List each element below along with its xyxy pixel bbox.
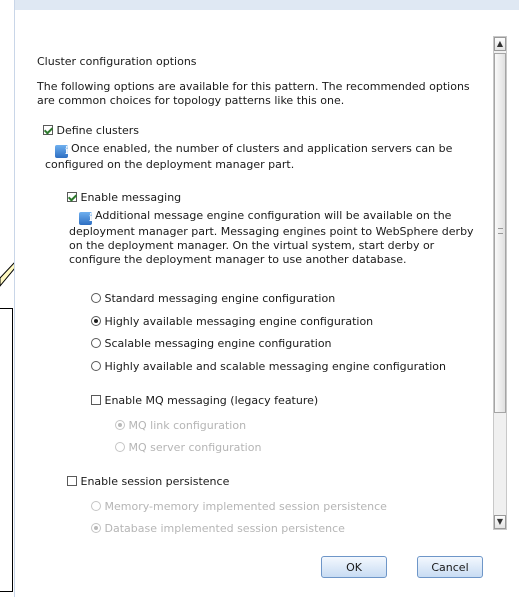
radio-label: Standard messaging engine configuration (104, 292, 336, 305)
radio-button[interactable] (91, 361, 101, 371)
grip-icon (498, 228, 503, 234)
define-clusters-info: i Once enabled, the number of clusters an… (45, 142, 485, 172)
scroll-thumb[interactable] (494, 53, 506, 413)
radio-ha-scalable-messaging[interactable]: Highly available and scalable messaging … (91, 360, 446, 373)
cluster-options-dialog: Cluster configuration options The follow… (14, 0, 519, 597)
radio-button[interactable] (91, 501, 101, 511)
session-persistence-checkbox[interactable] (67, 476, 77, 486)
define-clusters-checkbox[interactable] (43, 125, 53, 135)
vertical-scrollbar[interactable]: ▲ ▼ (493, 36, 507, 530)
radio-label: Database implemented session persistence (104, 522, 345, 535)
radio-memory-persistence[interactable]: Memory-memory implemented session persis… (91, 500, 387, 513)
enable-messaging-label: Enable messaging (80, 191, 182, 204)
radio-highly-available-messaging[interactable]: Highly available messaging engine config… (91, 315, 373, 328)
define-clusters-label: Define clusters (56, 124, 140, 137)
radio-standard-messaging[interactable]: Standard messaging engine configuration (91, 292, 335, 305)
radio-label: Highly available and scalable messaging … (104, 360, 446, 373)
intro-text: The following options are available for … (37, 80, 470, 107)
radio-scalable-messaging[interactable]: Scalable messaging engine configuration (91, 337, 332, 350)
callout-box (0, 308, 13, 592)
radio-button[interactable] (115, 420, 125, 430)
define-clusters-info-text: Once enabled, the number of clusters and… (45, 142, 453, 171)
radio-mq-link[interactable]: MQ link configuration (115, 419, 246, 432)
radio-label: Highly available messaging engine config… (104, 315, 374, 328)
radio-button[interactable] (91, 338, 101, 348)
radio-label: MQ link configuration (128, 419, 247, 432)
radio-button[interactable] (91, 293, 101, 303)
enable-messaging-checkbox-row[interactable]: Enable messaging (67, 191, 181, 204)
radio-label: MQ server configuration (128, 441, 262, 454)
enable-messaging-info: i Additional message engine configuration… (69, 209, 481, 267)
session-persistence-label: Enable session persistence (80, 475, 230, 488)
radio-button[interactable] (91, 316, 101, 326)
dialog-footer: OK Cancel (15, 540, 519, 597)
scroll-down-button[interactable]: ▼ (494, 515, 506, 529)
radio-database-persistence[interactable]: Database implemented session persistence (91, 522, 345, 535)
session-persistence-checkbox-row[interactable]: Enable session persistence (67, 475, 229, 488)
ok-button[interactable]: OK (321, 556, 387, 578)
radio-label: Memory-memory implemented session persis… (104, 500, 387, 513)
section-title: Cluster configuration options (37, 55, 197, 68)
radio-button[interactable] (115, 442, 125, 452)
info-icon: i (55, 145, 69, 158)
radio-button[interactable] (91, 523, 101, 533)
scroll-up-button[interactable]: ▲ (494, 37, 506, 51)
radio-label: Scalable messaging engine configuration (104, 337, 332, 350)
enable-messaging-info-text: Additional message engine configuration … (69, 209, 474, 266)
define-clusters-checkbox-row[interactable]: Define clusters (43, 124, 139, 137)
options-scroll-area: Cluster configuration options The follow… (15, 36, 491, 536)
enable-mq-label: Enable MQ messaging (legacy feature) (104, 394, 319, 407)
dialog-top-bar (15, 0, 519, 10)
enable-mq-checkbox[interactable] (91, 395, 101, 405)
enable-mq-checkbox-row[interactable]: Enable MQ messaging (legacy feature) (91, 394, 318, 407)
info-icon: i (79, 212, 93, 225)
enable-messaging-checkbox[interactable] (67, 192, 77, 202)
radio-mq-server[interactable]: MQ server configuration (115, 441, 261, 454)
cancel-button[interactable]: Cancel (417, 556, 483, 578)
